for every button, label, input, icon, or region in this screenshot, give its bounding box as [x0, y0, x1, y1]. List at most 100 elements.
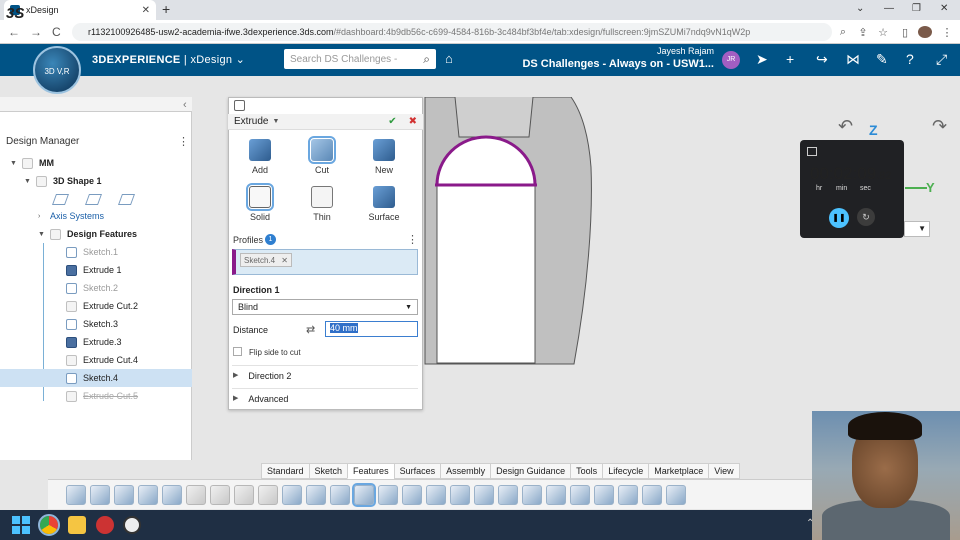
tag-icon[interactable]: ⌂ — [445, 51, 453, 66]
new-tab-button[interactable]: + — [162, 1, 170, 17]
rotate-left-icon[interactable]: ↶ — [838, 116, 853, 137]
url-field[interactable]: r1132100926485-usw2-academia-ifwe.3dexpe… — [72, 23, 832, 41]
remove-chip-icon[interactable]: ✕ — [281, 256, 288, 265]
ribbon-tab[interactable]: Features — [347, 463, 395, 479]
toolbar-command-icon[interactable] — [282, 484, 302, 505]
close-tab-icon[interactable]: ✕ — [142, 5, 150, 16]
network-icon[interactable]: ⋈ — [846, 51, 860, 68]
plane-xy-icon[interactable] — [51, 194, 70, 205]
toolbar-command-icon[interactable] — [546, 484, 566, 505]
toolbar-command-icon[interactable] — [90, 484, 110, 505]
share-icon[interactable]: ⇪ — [856, 26, 870, 39]
toolbar-command-icon[interactable] — [352, 482, 376, 507]
toolbar-command-icon[interactable] — [594, 484, 614, 505]
compact-overlay-icon[interactable] — [807, 147, 817, 156]
toolbar-command-icon[interactable] — [402, 484, 422, 505]
plane-zx-icon[interactable] — [117, 194, 136, 205]
ribbon-tab[interactable]: View — [708, 463, 740, 479]
clock-icon[interactable] — [123, 516, 141, 534]
toolbar-command-icon[interactable] — [258, 484, 278, 505]
compass-icon[interactable]: 3D V,R — [33, 46, 81, 94]
add-icon[interactable]: + — [786, 51, 794, 67]
type-thin-button[interactable]: Thin — [291, 182, 353, 228]
cancel-button[interactable]: ✖ — [409, 116, 417, 127]
tree-item[interactable]: Extrude Cut.4 — [0, 351, 192, 369]
minimize-button[interactable]: — — [884, 3, 894, 14]
tree-item[interactable]: ▼ 3D Shape 1 — [0, 172, 192, 190]
ribbon-tab[interactable]: Assembly — [440, 463, 492, 479]
ok-button[interactable]: ✔ — [388, 116, 396, 127]
toolbar-command-icon[interactable] — [474, 484, 494, 505]
end-type-select[interactable]: Blind ▼ — [232, 299, 418, 315]
expand-arrow-icon[interactable]: ▼ — [24, 178, 32, 185]
sidebar-icon[interactable]: ▯ — [898, 26, 912, 39]
toolbar-command-icon[interactable] — [138, 484, 158, 505]
back-button[interactable]: ← — [8, 25, 20, 39]
tree-item[interactable]: ▼ Design Features — [0, 225, 192, 243]
tree-item[interactable]: Sketch.3 — [0, 315, 192, 333]
tree-item[interactable]: Extrude 1 — [0, 261, 192, 279]
extrude-dropdown-icon[interactable]: ▼ — [272, 118, 388, 125]
toolbar-command-icon[interactable] — [426, 484, 446, 505]
toolbar-command-icon[interactable] — [522, 484, 542, 505]
bookmark-star-icon[interactable]: ☆ — [876, 26, 890, 39]
tree-item[interactable]: Extrude Cut.5 — [0, 387, 192, 405]
forward-share-icon[interactable]: ↪ — [816, 51, 828, 68]
windows-start-icon[interactable] — [12, 516, 30, 534]
fullscreen-icon[interactable]: ⤢ — [936, 51, 947, 68]
expand-arrow-icon[interactable]: › — [38, 213, 46, 220]
toolbar-command-icon[interactable] — [498, 484, 518, 505]
pause-button[interactable]: ❚❚ — [829, 208, 849, 228]
flip-side-checkbox[interactable] — [233, 347, 242, 356]
toolbar-command-icon[interactable] — [306, 484, 326, 505]
tab-search-icon[interactable]: ⌄ — [856, 3, 864, 14]
app-icon[interactable] — [96, 516, 114, 534]
help-icon[interactable]: ? — [906, 51, 914, 67]
reset-button[interactable]: ↻ — [857, 208, 875, 226]
expand-arrow-icon[interactable]: ▼ — [10, 160, 18, 167]
toolbar-command-icon[interactable] — [618, 484, 638, 505]
reverse-direction-icon[interactable]: ⇄ — [306, 323, 315, 336]
tree-item[interactable]: Sketch.4 — [0, 369, 192, 387]
ribbon-tab[interactable]: Surfaces — [393, 463, 442, 479]
browser-tab[interactable]: xDesign ✕ — [4, 0, 156, 20]
zoom-icon[interactable]: ⌕ — [836, 26, 850, 38]
toolbar-command-icon[interactable] — [66, 484, 86, 505]
close-window-button[interactable]: ✕ — [940, 3, 948, 14]
tree-item[interactable]: Extrude Cut.2 — [0, 297, 192, 315]
direction2-section[interactable]: ▶ Direction 2 — [233, 371, 291, 381]
toolbar-command-icon[interactable] — [642, 484, 662, 505]
profile-avatar-icon[interactable] — [918, 26, 932, 38]
ribbon-tab[interactable]: Design Guidance — [490, 463, 572, 479]
maximize-button[interactable]: ❐ — [912, 3, 921, 14]
user-avatar[interactable]: JR — [722, 51, 740, 69]
plane-yz-icon[interactable] — [84, 194, 103, 205]
type-solid-button[interactable]: Solid — [229, 182, 291, 228]
app-brand[interactable]: 3DEXPERIENCE | xDesign ⌄ — [92, 53, 245, 66]
search-input[interactable]: Search DS Challenges - ⌕ — [284, 49, 436, 69]
tree-item[interactable]: Sketch.2 — [0, 279, 192, 297]
profiles-more-icon[interactable]: ⋮ — [407, 233, 418, 246]
toolbar-command-icon[interactable] — [450, 484, 470, 505]
ribbon-tab[interactable]: Sketch — [308, 463, 349, 479]
op-cut-button[interactable]: Cut — [291, 135, 353, 181]
file-explorer-icon[interactable] — [68, 516, 86, 534]
ribbon-tab[interactable]: Marketplace — [648, 463, 710, 479]
chrome-icon[interactable] — [38, 514, 60, 536]
toolbar-command-icon[interactable] — [114, 484, 134, 505]
advanced-section[interactable]: ▶ Advanced — [233, 394, 288, 404]
tools-icon[interactable]: ✎ — [876, 51, 888, 68]
view-dropdown[interactable]: ▼ — [904, 221, 930, 237]
toolbar-command-icon[interactable] — [378, 484, 398, 505]
reload-button[interactable]: C — [52, 25, 61, 39]
op-new-button[interactable]: New — [353, 135, 415, 181]
toolbar-command-icon[interactable] — [666, 484, 686, 505]
design-manager-more-icon[interactable]: ⋮ — [178, 135, 189, 148]
tree-item[interactable]: ▼ MM — [0, 154, 192, 172]
toolbar-command-icon[interactable] — [570, 484, 590, 505]
toolbar-command-icon[interactable] — [186, 484, 206, 505]
share-arrow-icon[interactable]: ➤ — [756, 51, 768, 68]
profile-chip[interactable]: Sketch.4 ✕ — [240, 253, 292, 267]
toolbar-command-icon[interactable] — [210, 484, 230, 505]
collab-space-title[interactable]: DS Challenges - Always on - USW1... — [502, 58, 714, 70]
